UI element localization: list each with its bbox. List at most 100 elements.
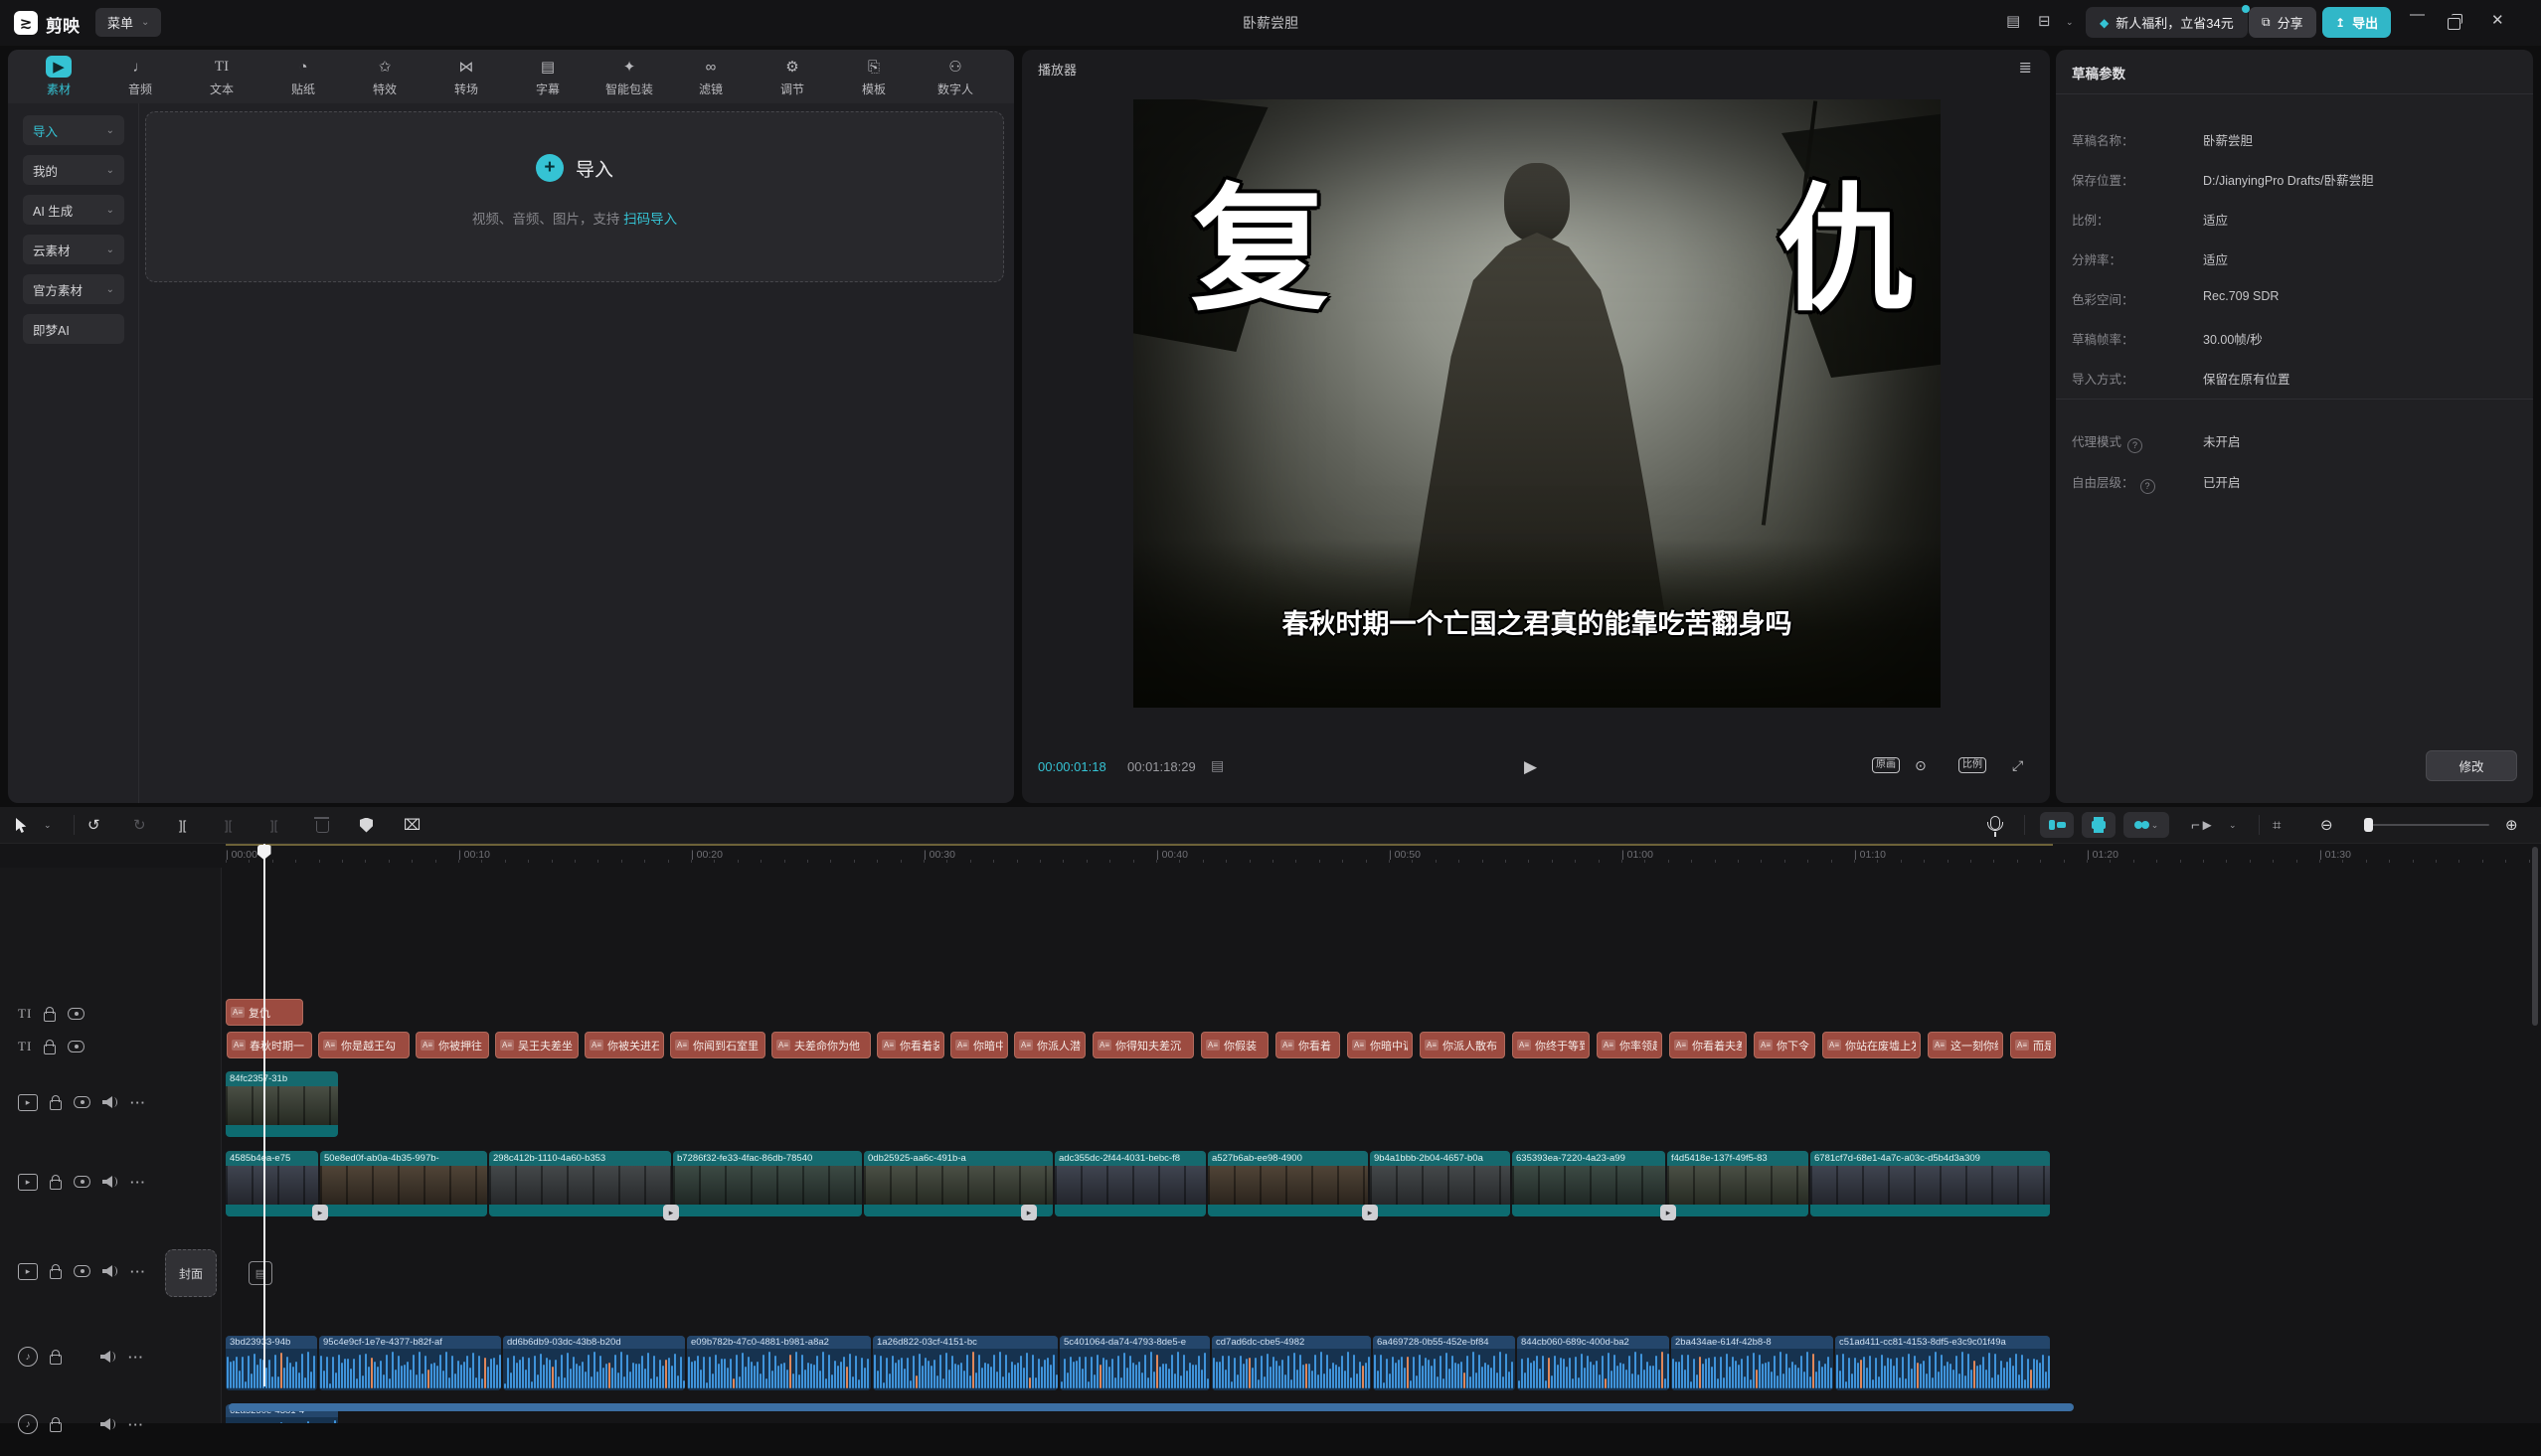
- video-clip[interactable]: 635393ea-7220-4a23-a99: [1512, 1151, 1665, 1216]
- transition-badge-icon[interactable]: ▸: [312, 1205, 328, 1220]
- split-icon[interactable]: ][: [179, 814, 186, 836]
- cursor-mode-chevron-icon[interactable]: ⌄: [44, 814, 52, 836]
- tab-文本[interactable]: TI文本: [181, 56, 262, 97]
- audio-clip[interactable]: 3bd23933-94b: [226, 1336, 317, 1390]
- tab-转场[interactable]: ⋈转场: [425, 56, 507, 97]
- tab-字幕[interactable]: ▤字幕: [507, 56, 589, 97]
- audio-clip[interactable]: 2ba434ae-614f-42b8-8: [1671, 1336, 1833, 1390]
- text-clip[interactable]: A≡你被关进石: [585, 1032, 664, 1058]
- transition-badge-icon[interactable]: ▸: [1660, 1205, 1676, 1220]
- delete-subtitle-icon[interactable]: ⌧: [404, 814, 421, 836]
- tab-数字人[interactable]: ⚇数字人: [915, 56, 996, 97]
- player-menu-icon[interactable]: ≣: [2019, 58, 2032, 78]
- video-clip[interactable]: 9b4a1bbb-2b04-4657-b0a: [1370, 1151, 1510, 1216]
- import-dropzone[interactable]: + 导入 视频、音频、图片，支持 扫码导入: [145, 111, 1004, 282]
- horizontal-scrollbar[interactable]: [229, 1403, 2074, 1411]
- text-clip[interactable]: A≡夫差命你为他: [771, 1032, 871, 1058]
- export-button[interactable]: ↥ 导出: [2322, 7, 2391, 38]
- trim-left-icon[interactable]: ][: [225, 814, 232, 836]
- subtitle-panel-icon[interactable]: ▤: [2006, 12, 2020, 30]
- preview-zoom-icon[interactable]: ⊙: [1915, 757, 1927, 774]
- sidebar-item-AI 生成[interactable]: AI 生成⌄: [23, 195, 124, 225]
- video-clip[interactable]: 4585b4ea-e75: [226, 1151, 318, 1216]
- help-icon[interactable]: ?: [2140, 479, 2155, 494]
- video-clip[interactable]: a527b6ab-ee98-4900: [1208, 1151, 1368, 1216]
- delete-icon[interactable]: [316, 814, 329, 836]
- audio-clip[interactable]: 5c401064-da74-4793-8de5-e: [1060, 1336, 1210, 1390]
- text-clip[interactable]: A≡你看着夫差: [1669, 1032, 1747, 1058]
- audio-clip[interactable]: 844cb060-689c-400d-ba2: [1517, 1336, 1669, 1390]
- modify-button[interactable]: 修改: [2426, 750, 2517, 781]
- ratio-button[interactable]: 比例: [1958, 757, 1986, 773]
- zoom-out-icon[interactable]: ⊖: [2320, 814, 2333, 836]
- video-clip[interactable]: b7286f32-fe33-4fac-86db-78540: [673, 1151, 862, 1216]
- tab-特效[interactable]: ✩特效: [344, 56, 425, 97]
- text-clip[interactable]: A≡你派人潜: [1014, 1032, 1086, 1058]
- link-preview-icon[interactable]: ⌄: [2123, 812, 2169, 838]
- tab-智能包装[interactable]: ✦智能包装: [589, 56, 670, 97]
- menu-button[interactable]: 菜单 ⌄: [95, 8, 161, 37]
- audio-clip[interactable]: 95c4e9cf-1e7e-4377-b82f-af: [319, 1336, 501, 1390]
- tab-素材[interactable]: ▶素材: [18, 56, 99, 97]
- preview-axis-icon[interactable]: ⌐►: [2191, 814, 2215, 836]
- zoom-in-icon[interactable]: ⊕: [2505, 814, 2518, 836]
- timeline-zoom-slider[interactable]: [2366, 824, 2489, 826]
- scan-import-link[interactable]: 扫码导入: [623, 212, 677, 227]
- sidebar-item-导入[interactable]: 导入⌄: [23, 115, 124, 145]
- layout-panel-icon[interactable]: ⊟: [2038, 12, 2051, 30]
- audio-clip[interactable]: c51ad411-cc81-4153-8df5-e3c9c01f49a: [1835, 1336, 2050, 1390]
- import-button-label[interactable]: 导入: [576, 155, 613, 182]
- share-button[interactable]: ⧉ 分享: [2249, 7, 2316, 38]
- tab-贴纸[interactable]: ◔贴纸: [262, 56, 344, 97]
- text-clip[interactable]: A≡你率领越: [1597, 1032, 1662, 1058]
- audio-clip[interactable]: cd7ad6dc-cbe5-4982: [1212, 1336, 1371, 1390]
- text-clip[interactable]: A≡而是: [2010, 1032, 2056, 1058]
- select-cursor-icon[interactable]: [14, 814, 29, 836]
- video-clip[interactable]: adc355dc-2f44-4031-bebc-f8: [1055, 1151, 1206, 1216]
- text-clip[interactable]: A≡你得知夫差沉: [1093, 1032, 1194, 1058]
- play-button[interactable]: ▶: [1524, 757, 1537, 777]
- text-clip[interactable]: A≡你终于等到: [1512, 1032, 1590, 1058]
- lock-icon[interactable]: [50, 1422, 62, 1432]
- text-clip[interactable]: A≡你派人散布: [1420, 1032, 1505, 1058]
- text-clip[interactable]: A≡你假装: [1201, 1032, 1269, 1058]
- text-clip[interactable]: A≡你闻到石室里: [670, 1032, 765, 1058]
- sidebar-item-云素材[interactable]: 云素材⌄: [23, 235, 124, 264]
- video-clip[interactable]: 50e8ed0f-ab0a-4b35-997b-: [320, 1151, 487, 1216]
- help-icon[interactable]: ?: [2127, 438, 2142, 453]
- text-clip[interactable]: A≡你被押往: [416, 1032, 489, 1058]
- record-mic-icon[interactable]: [1990, 814, 2000, 836]
- video-clip[interactable]: 84fc2357-31b: [226, 1071, 338, 1137]
- preview-axis-chevron-icon[interactable]: ⌄: [2229, 814, 2237, 836]
- mask-icon[interactable]: [360, 814, 373, 836]
- text-clip[interactable]: A≡你暗中训: [1347, 1032, 1413, 1058]
- text-clip[interactable]: A≡你是越王勾: [318, 1032, 410, 1058]
- audio-clip[interactable]: dd6b6db9-03dc-43b8-b20d: [503, 1336, 685, 1390]
- tab-模板[interactable]: ⎘模板: [833, 56, 915, 97]
- text-clip[interactable]: A≡你站在废墟上发: [1822, 1032, 1921, 1058]
- cover-placeholder-icon[interactable]: ▤: [249, 1261, 272, 1285]
- tab-滤镜[interactable]: ∞滤镜: [670, 56, 752, 97]
- text-clip[interactable]: A≡这一刻你终: [1928, 1032, 2003, 1058]
- layout-chevron-icon[interactable]: ⌄: [2066, 17, 2074, 28]
- video-clip[interactable]: f4d5418e-137f-49f5-83: [1667, 1151, 1808, 1216]
- sidebar-item-我的[interactable]: 我的⌄: [23, 155, 124, 185]
- sidebar-item-即梦AI[interactable]: 即梦AI: [23, 314, 124, 344]
- text-clip[interactable]: A≡春秋时期一: [227, 1032, 312, 1058]
- vertical-scrollbar[interactable]: [2532, 847, 2538, 1026]
- timeline-select-zoom-icon[interactable]: ⌗: [2273, 814, 2281, 836]
- close-button[interactable]: ✕: [2491, 11, 2504, 29]
- text-clip[interactable]: A≡你看着装: [877, 1032, 944, 1058]
- trim-right-icon[interactable]: ][: [270, 814, 277, 836]
- transition-badge-icon[interactable]: ▸: [1021, 1205, 1037, 1220]
- promo-button[interactable]: ◆ 新人福利，立省34元: [2086, 7, 2248, 38]
- minimize-button[interactable]: —: [2410, 6, 2425, 23]
- transition-badge-icon[interactable]: ▸: [663, 1205, 679, 1220]
- zoom-slider-handle[interactable]: [2364, 818, 2373, 832]
- video-clip[interactable]: 298c412b-1110-4a60-b353: [489, 1151, 671, 1216]
- redo-icon[interactable]: ↻: [133, 814, 146, 836]
- restore-button[interactable]: [2448, 13, 2460, 31]
- auto-ripple-icon[interactable]: [2040, 812, 2074, 838]
- tab-调节[interactable]: ⚙调节: [752, 56, 833, 97]
- audio-clip[interactable]: e09b782b-47c0-4881-b981-a8a2: [687, 1336, 871, 1390]
